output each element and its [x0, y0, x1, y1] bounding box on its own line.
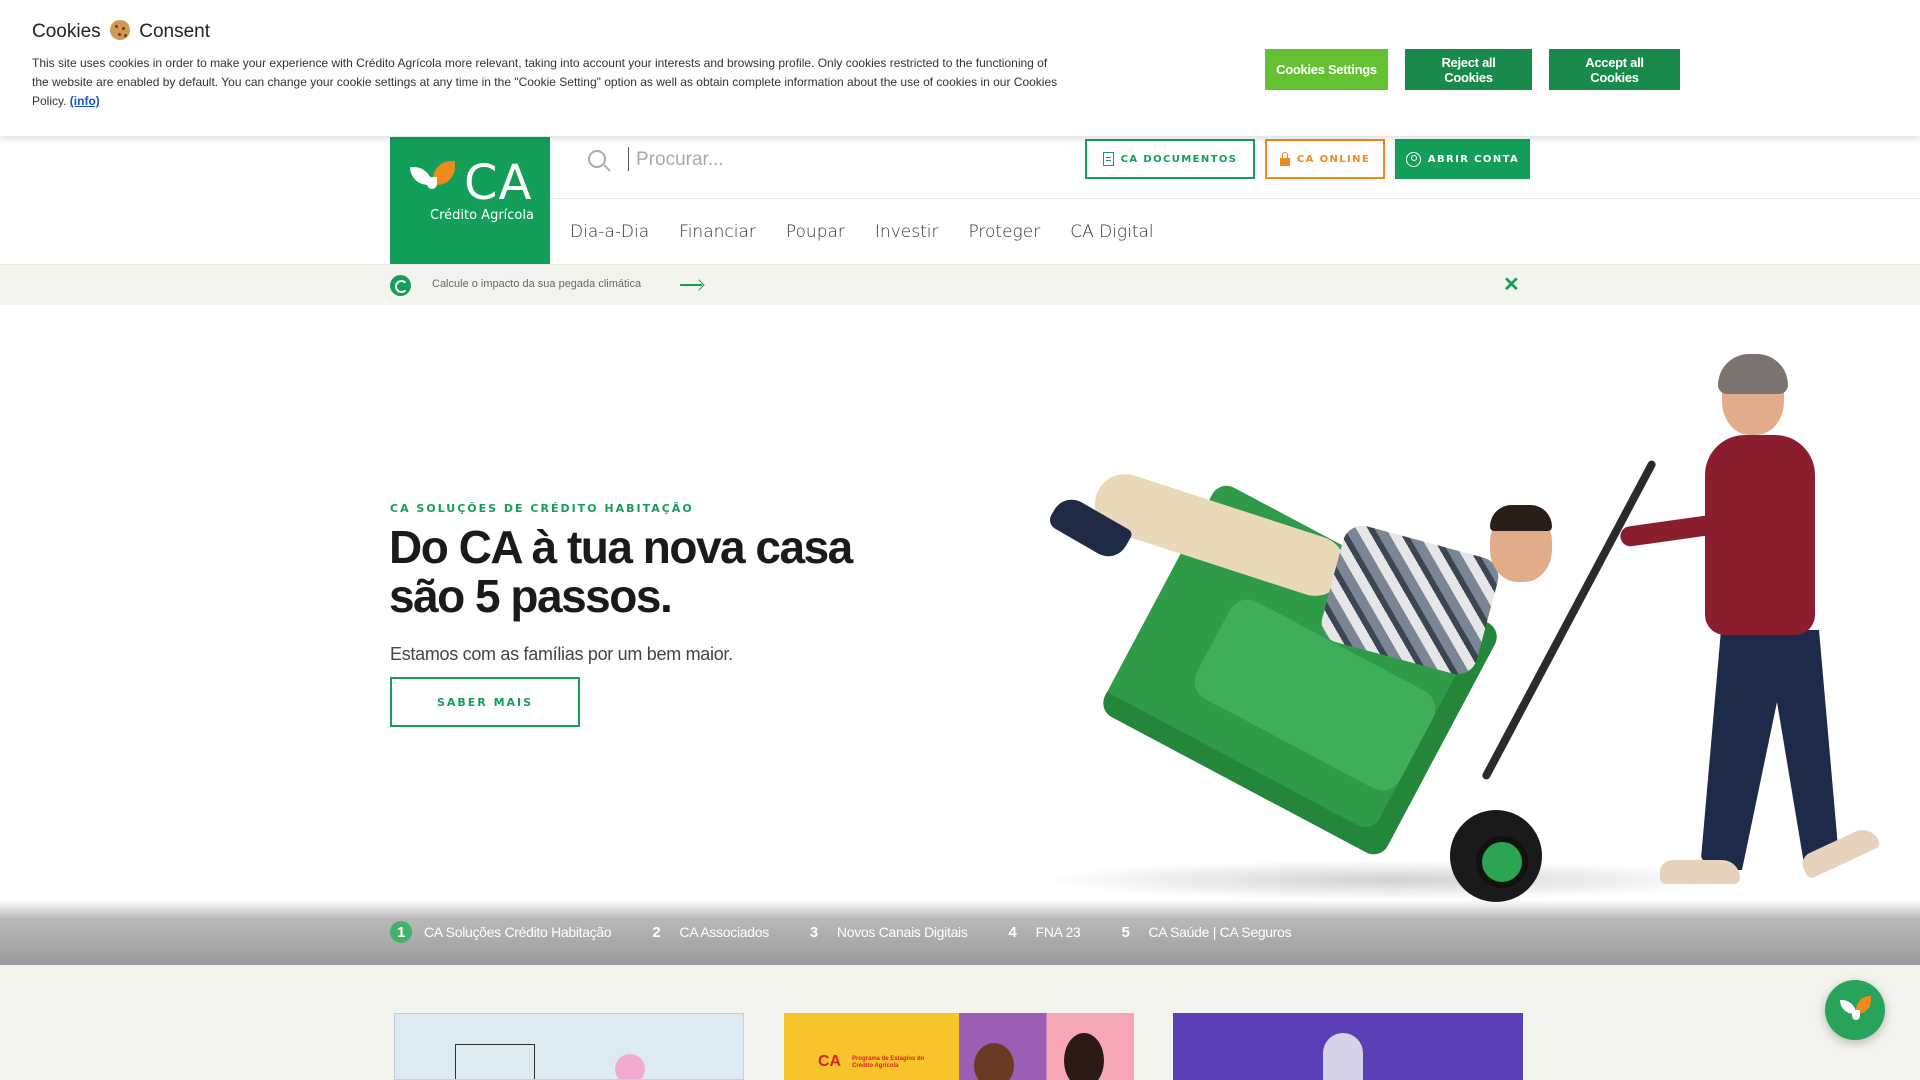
card-subtitle: Programa de Estágios do Crédito Agrícola	[852, 1056, 925, 1069]
step-item[interactable]: 3 Novos Canais Digitais	[803, 921, 968, 943]
logo-mark: CA	[464, 155, 533, 211]
ca-online-button[interactable]: CA ONLINE	[1265, 139, 1385, 179]
woman-hair	[1718, 354, 1788, 394]
step-label: Novos Canais Digitais	[836, 924, 968, 940]
man-hair	[1490, 505, 1552, 531]
climate-link[interactable]: Calcule o impacto da sua pegada climátic…	[432, 278, 641, 290]
hero-title-line-2: são 5 passos.	[389, 570, 673, 622]
cookie-title: Cookies Consent	[32, 20, 210, 43]
featured-card-digital[interactable]	[1173, 1013, 1523, 1080]
nav-item-proteger[interactable]: Proteger	[968, 222, 1040, 242]
stem-icon	[1852, 1010, 1860, 1020]
accept-all-cookies-button[interactable]: Accept all Cookies	[1549, 49, 1680, 90]
featured-card-internship[interactable]: CA Programa de Estágios do Crédito Agríc…	[784, 1013, 1134, 1080]
abrir-conta-label: ABRIR CONTA	[1427, 153, 1520, 165]
search-caret	[628, 147, 629, 171]
hero-subtitle: Estamos com as famílias por um bem maior…	[390, 644, 733, 664]
cookie-title-text-2: Consent	[139, 21, 210, 42]
nav-item-poupar[interactable]: Poupar	[786, 222, 845, 242]
user-icon	[1405, 151, 1421, 167]
lock-icon	[1279, 151, 1290, 166]
main-nav: Dia-a-Dia Financiar Poupar Investir Prot…	[570, 222, 1154, 242]
cookie-description-text: This site uses cookies in order to make …	[32, 56, 1058, 108]
hero-steps: 1 CA Soluções Crédito Habitação 2 CA Ass…	[390, 921, 1325, 943]
ca-documentos-button[interactable]: CA DOCUMENTOS	[1085, 139, 1255, 179]
step-number: 4	[1008, 923, 1017, 941]
trolley-wheel	[1450, 810, 1542, 902]
close-icon[interactable]: ✕	[1503, 275, 1520, 295]
hero-title: Do CA à tua nova casa são 5 passos.	[389, 523, 949, 621]
step-label: CA Soluções Crédito Habitação	[424, 924, 612, 940]
reject-all-cookies-button[interactable]: Reject all Cookies	[1405, 49, 1532, 90]
hero-eyebrow: CA SOLUÇÕES DE CRÉDITO HABITAÇÃO	[390, 502, 694, 515]
ca-documentos-label: CA DOCUMENTOS	[1120, 153, 1238, 165]
cookie-description: This site uses cookies in order to make …	[32, 54, 1062, 111]
step-label: CA Saúde | CA Seguros	[1148, 924, 1292, 940]
saber-mais-button[interactable]: SABER MAIS	[390, 677, 580, 727]
step-number: 3	[809, 923, 818, 941]
abrir-conta-button[interactable]: ABRIR CONTA	[1395, 139, 1530, 179]
hero-image	[1000, 340, 1920, 902]
step-number: 5	[1121, 923, 1130, 941]
step-item[interactable]: 1 CA Soluções Crédito Habitação	[390, 921, 612, 943]
document-icon	[1102, 152, 1114, 166]
cookies-settings-button[interactable]: Cookies Settings	[1265, 49, 1388, 90]
house-illustration	[455, 1044, 535, 1079]
person-image-2	[1064, 1033, 1104, 1080]
nav-item-ca-digital[interactable]: CA Digital	[1070, 222, 1153, 242]
search-icon[interactable]	[588, 150, 606, 168]
nav-item-financiar[interactable]: Financiar	[679, 222, 756, 242]
woman-shoe	[1660, 860, 1740, 884]
card-brand: CA	[818, 1053, 842, 1070]
step-item[interactable]: 5 CA Saúde | CA Seguros	[1114, 921, 1291, 943]
stroller-illustration	[615, 1054, 645, 1079]
hero-title-line-1: Do CA à tua nova casa	[389, 521, 853, 573]
cookie-icon	[109, 20, 130, 40]
hero-shadow	[1040, 860, 1740, 900]
climate-banner: Calcule o impacto da sua pegada climátic…	[0, 265, 1920, 305]
step-label: CA Associados	[679, 924, 769, 940]
header-divider	[550, 198, 1920, 199]
logo-stem-icon	[427, 177, 437, 189]
globe-icon	[390, 275, 411, 296]
ca-online-label: CA ONLINE	[1296, 153, 1371, 165]
search-input[interactable]	[636, 145, 1036, 175]
logo-subtitle: Crédito Agrícola	[430, 208, 534, 223]
step-label: FNA 23	[1035, 924, 1081, 940]
nav-item-investir[interactable]: Investir	[875, 222, 939, 242]
nav-item-dia-a-dia[interactable]: Dia-a-Dia	[570, 222, 649, 242]
cookie-banner: Cookies Consent This site uses cookies i…	[0, 0, 1920, 136]
step-number: 1	[390, 921, 412, 943]
step-number: 2	[652, 923, 661, 941]
cookie-title-text: Cookies	[32, 21, 101, 42]
woman-legs	[1700, 630, 1840, 870]
arrow-right-icon[interactable]	[680, 284, 702, 286]
person-illustration	[1323, 1033, 1363, 1080]
chat-assistant-button[interactable]	[1825, 980, 1885, 1040]
step-item[interactable]: 4 FNA 23	[1002, 921, 1081, 943]
featured-card-housing[interactable]	[394, 1013, 744, 1080]
cookie-info-link[interactable]: (info)	[70, 94, 100, 108]
person-image	[974, 1043, 1014, 1080]
woman-cardigan	[1705, 435, 1815, 635]
credito-agricola-logo[interactable]: CA Crédito Agrícola	[390, 137, 550, 265]
step-item[interactable]: 2 CA Associados	[645, 921, 769, 943]
